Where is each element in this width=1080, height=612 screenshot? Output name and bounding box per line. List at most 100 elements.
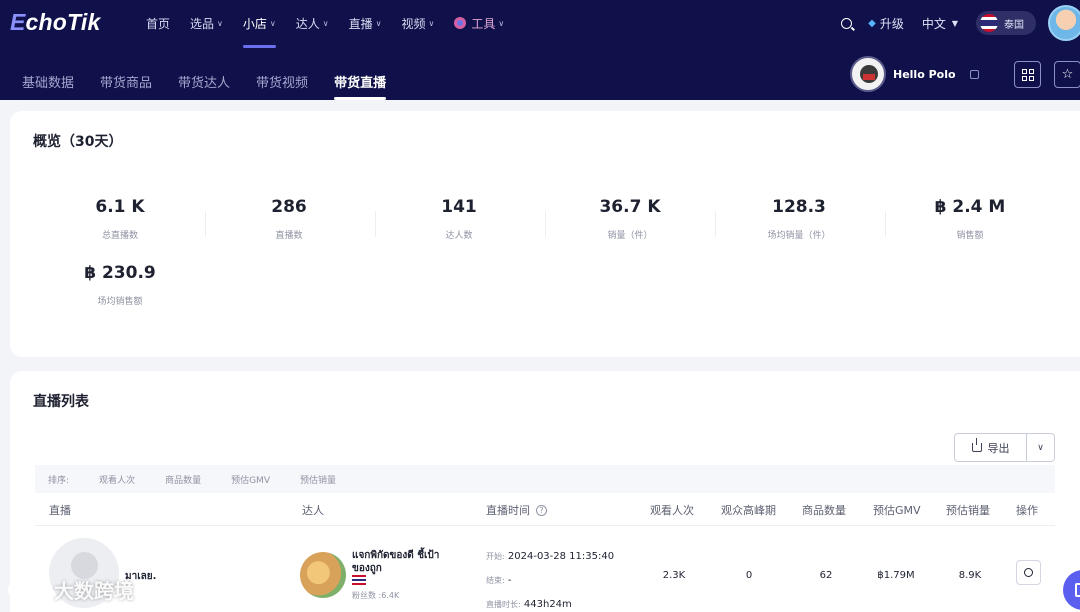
nav-product-selection[interactable]: 选品 ∨: [190, 0, 223, 46]
stat-label: 总直播数: [101, 231, 138, 241]
column-header-action: 操作: [1016, 504, 1038, 517]
language-selector[interactable]: 中文 ▼: [922, 15, 958, 32]
sort-option-views[interactable]: 观看人次: [99, 473, 135, 486]
sort-option-sales[interactable]: 预估销量: [300, 473, 336, 486]
divider: [885, 211, 886, 237]
export-icon: [971, 438, 982, 452]
cell-products: 62: [819, 570, 833, 581]
nav-product-selection-label: 选品: [190, 16, 215, 31]
nav-creators[interactable]: 达人 ∨: [296, 0, 329, 46]
chevron-down-icon: ∨: [269, 18, 276, 28]
watermark: 大数跨境: [8, 575, 134, 604]
stat-creators: 141 达人数: [379, 197, 539, 241]
top-navigation-bar: EchoTik 首页 选品 ∨ 小店 ∨ 达人 ∨ 直播 ∨ 视频 ∨ 工具 ∨ ◆ 升级 中…: [0, 0, 1080, 100]
main-nav: 首页 选品 ∨ 小店 ∨ 达人 ∨ 直播 ∨ 视频 ∨ 工具 ∨: [146, 0, 524, 48]
divider: [715, 211, 716, 237]
divider: [35, 525, 1055, 526]
country-selector[interactable]: 泰国: [976, 11, 1036, 35]
tab-basic-data[interactable]: 基础数据: [22, 62, 74, 100]
stat-total-lives: 6.1 K 总直播数: [40, 197, 200, 241]
sort-label: 排序:: [48, 475, 70, 486]
duration-value: 443h24m: [523, 599, 572, 610]
shop-name: Hello Polo: [893, 67, 956, 81]
column-header-views[interactable]: 观看人次: [650, 502, 694, 518]
circle-icon: [1024, 568, 1033, 577]
export-label: 导出: [987, 441, 1010, 455]
qr-code-icon: [1021, 68, 1034, 81]
column-header-gmv[interactable]: 预估GMV: [873, 502, 921, 518]
nav-video[interactable]: 视频 ∨: [402, 0, 435, 46]
watermark-text: 大数跨境: [54, 579, 134, 603]
stat-label: 达人数: [445, 231, 473, 241]
overview-card: 概览（30天） 6.1 K 总直播数 286 直播数 141 达人数 36.7 …: [10, 111, 1080, 357]
upgrade-button[interactable]: ◆ 升级: [868, 15, 904, 32]
creator-fans: 粉丝数 :6.4K: [352, 591, 400, 600]
chevron-down-icon: ∨: [498, 18, 505, 28]
thailand-flag-icon: [352, 575, 366, 585]
nav-live-label: 直播: [348, 16, 373, 31]
nav-tools-label: 工具: [471, 16, 496, 31]
column-header-time-label: 直播时间: [486, 504, 530, 517]
nav-creators-label: 达人: [295, 16, 320, 31]
column-header-time: 直播时间?: [486, 502, 547, 518]
qr-code-button[interactable]: [1014, 61, 1041, 88]
favorite-button[interactable]: ☆: [1054, 61, 1080, 88]
duration-key: 直播时长:: [486, 600, 521, 609]
export-button[interactable]: 导出: [954, 433, 1027, 462]
copy-icon[interactable]: [969, 69, 979, 79]
duration: 直播时长: 443h24m: [486, 593, 614, 612]
echotik-logo[interactable]: EchoTik: [10, 9, 100, 36]
chevron-down-icon: ∨: [1037, 442, 1044, 453]
stat-value: 36.7 K: [599, 197, 661, 217]
user-avatar[interactable]: [1048, 5, 1080, 41]
tools-icon: [454, 17, 467, 29]
sort-option-gmv[interactable]: 预估GMV: [231, 473, 270, 486]
table-row[interactable]: มาเลย. แจกพิกัดของดี ชี้เป้าของถูก 粉丝数 :…: [10, 531, 1070, 611]
stat-label: 销售额: [956, 231, 984, 241]
start-time: 开始: 2024-03-28 11:35:40: [486, 545, 614, 569]
export-group: 导出 ∨: [954, 433, 1055, 462]
tab-products[interactable]: 带货商品: [100, 62, 152, 100]
tab-live[interactable]: 带货直播: [334, 62, 387, 100]
view-details-button[interactable]: [1016, 560, 1041, 585]
chevron-down-icon: ∨: [217, 18, 223, 28]
nav-shop[interactable]: 小店 ∨: [242, 0, 276, 48]
end-time-key: 结束:: [486, 576, 505, 585]
creator-name[interactable]: แจกพิกัดของดี ชี้เป้าของถูก: [352, 549, 442, 575]
nav-live[interactable]: 直播 ∨: [349, 0, 382, 46]
nav-home[interactable]: 首页: [146, 0, 170, 46]
column-header-live: 直播: [49, 504, 71, 517]
caret-down-icon: ▼: [951, 18, 958, 28]
creator-avatar[interactable]: [300, 552, 346, 598]
country-label: 泰国: [1004, 19, 1024, 31]
start-time-value: 2024-03-28 11:35:40: [507, 551, 615, 562]
live-list-title: 直播列表: [33, 394, 89, 410]
watermark-logo-icon: [8, 577, 48, 603]
column-header-products[interactable]: 商品数量: [802, 502, 846, 518]
stat-value: ฿ 230.9: [84, 263, 156, 283]
shop-logo: [850, 56, 886, 92]
stat-lives: 286 直播数: [209, 197, 369, 241]
cell-views: 2.3K: [662, 570, 686, 581]
overview-title: 概览（30天）: [33, 134, 123, 150]
column-header-sales[interactable]: 预估销量: [946, 502, 990, 518]
column-header-peak[interactable]: 观众高峰期: [721, 502, 776, 518]
help-icon[interactable]: ?: [536, 505, 547, 516]
stat-value: 141: [441, 197, 477, 217]
sort-option-products[interactable]: 商品数量: [165, 473, 201, 486]
upgrade-label: 升级: [879, 16, 904, 31]
search-icon[interactable]: [841, 17, 853, 29]
nav-tools[interactable]: 工具 ∨: [454, 0, 504, 46]
stat-label: 直播数: [275, 231, 303, 241]
cell-peak: 0: [745, 570, 753, 581]
export-dropdown-button[interactable]: ∨: [1027, 433, 1055, 462]
tab-videos[interactable]: 带货视频: [256, 62, 308, 100]
tab-creators[interactable]: 带货达人: [178, 62, 230, 100]
thailand-flag-icon: [980, 14, 998, 32]
sort-bar: 排序: 观看人次 商品数量 预估GMV 预估销量: [35, 465, 1055, 493]
language-label: 中文: [921, 16, 946, 31]
star-icon: ☆: [1061, 67, 1074, 82]
stat-avg-revenue: ฿ 230.9 场均销售额: [40, 263, 200, 307]
shop-sub-nav: 基础数据 带货商品 带货达人 带货视频 带货直播: [22, 62, 412, 100]
column-header-creator: 达人: [302, 504, 324, 517]
